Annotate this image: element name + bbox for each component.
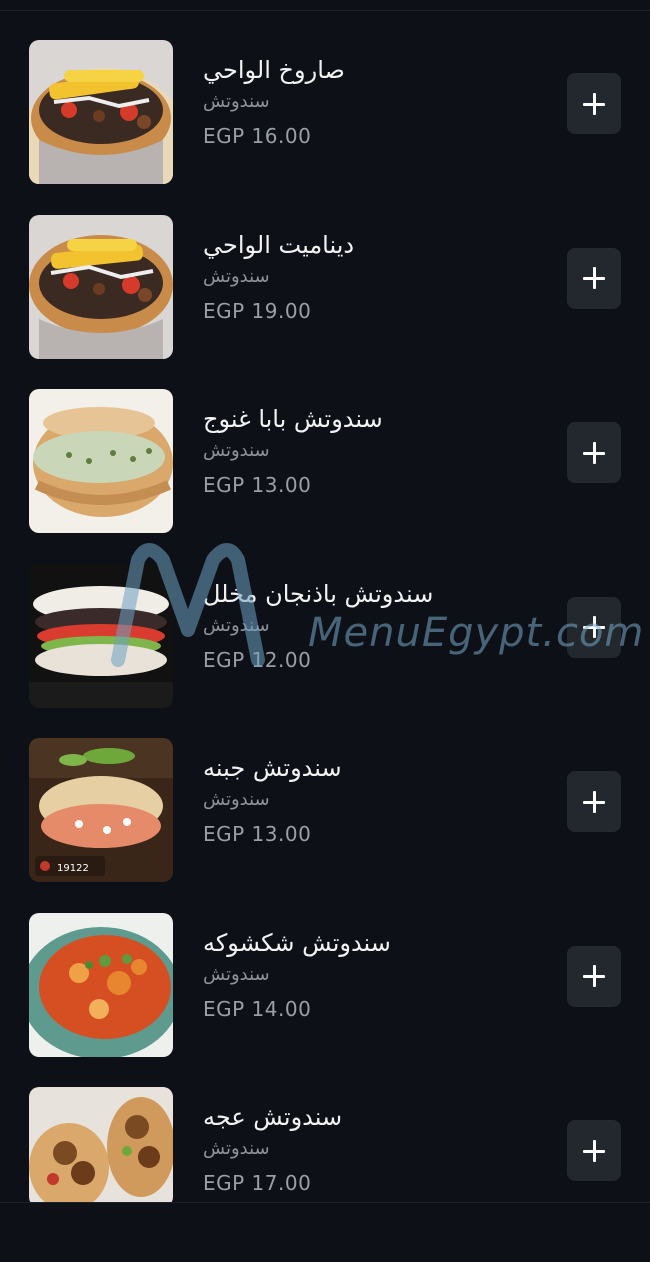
add-to-cart-button[interactable] (567, 596, 621, 658)
add-to-cart-button[interactable] (567, 1120, 621, 1181)
add-to-cart-button[interactable] (567, 771, 621, 832)
list-item[interactable]: سندوتش عجه سندوتش EGP 17.00 (0, 1087, 650, 1262)
item-price: EGP 13.00 (203, 822, 312, 846)
item-category: سندوتش (203, 1138, 270, 1159)
item-price: EGP 14.00 (203, 996, 312, 1021)
item-price: EGP 12.00 (203, 647, 312, 672)
add-to-cart-button[interactable] (567, 422, 621, 483)
add-to-cart-button[interactable] (567, 945, 621, 1007)
svg-text:19122: 19122 (57, 863, 89, 874)
item-name: سندوتش جبنه (203, 754, 342, 782)
item-image (29, 1087, 173, 1207)
item-category: سندوتش (203, 440, 270, 461)
item-price: EGP 19.00 (203, 298, 312, 323)
plus-icon (583, 790, 605, 813)
item-image (29, 912, 173, 1057)
item-name: سندوتش باذنجان مخلل (203, 579, 434, 608)
list-item[interactable]: سندوتش شكشوكه سندوتش EGP 14.00 (0, 912, 650, 1088)
plus-icon (583, 965, 605, 987)
plus-icon (583, 1139, 605, 1162)
plus-icon (583, 267, 605, 289)
item-name: صاروخ الواحي (203, 56, 345, 84)
item-category: سندوتش (203, 789, 270, 810)
item-category: سندوتش (203, 265, 270, 287)
add-to-cart-button[interactable] (567, 73, 621, 134)
item-price: EGP 17.00 (203, 1171, 312, 1195)
item-name: سندوتش عجه (203, 1103, 343, 1131)
plus-icon (583, 92, 605, 115)
list-item[interactable]: ديناميت الواحي سندوتش EGP 19.00 (0, 214, 650, 390)
item-category: سندوتش (203, 91, 270, 112)
item-name: سندوتش بابا غنوج (203, 405, 383, 433)
list-item[interactable]: سندوتش باذنجان مخلل سندوتش EGP 12.00 (0, 563, 650, 739)
item-name: ديناميت الواحي (203, 230, 355, 259)
add-to-cart-button[interactable] (567, 247, 621, 309)
list-item[interactable]: سندوتش بابا غنوج سندوتش EGP 13.00 (0, 389, 650, 564)
item-image (29, 214, 173, 359)
item-image (29, 40, 173, 184)
item-category: سندوتش (203, 614, 270, 636)
plus-icon (583, 441, 605, 464)
plus-icon (583, 616, 605, 638)
item-image: 19122 (29, 738, 173, 882)
top-bar-edge (0, 0, 650, 11)
item-image (29, 389, 173, 533)
item-price: EGP 16.00 (203, 124, 312, 148)
item-price: EGP 13.00 (203, 473, 312, 497)
item-image (29, 563, 173, 708)
list-item[interactable]: صاروخ الواحي سندوتش EGP 16.00 (0, 40, 650, 215)
bottom-bar-edge (0, 1202, 650, 1209)
menu-list: صاروخ الواحي سندوتش EGP 16.00 ديناميت ال… (0, 40, 650, 1262)
item-category: سندوتش (203, 963, 270, 985)
list-item[interactable]: 19122 سندوتش جبنه سندوتش EGP 13.00 (0, 738, 650, 913)
item-name: سندوتش شكشوكه (203, 928, 391, 957)
